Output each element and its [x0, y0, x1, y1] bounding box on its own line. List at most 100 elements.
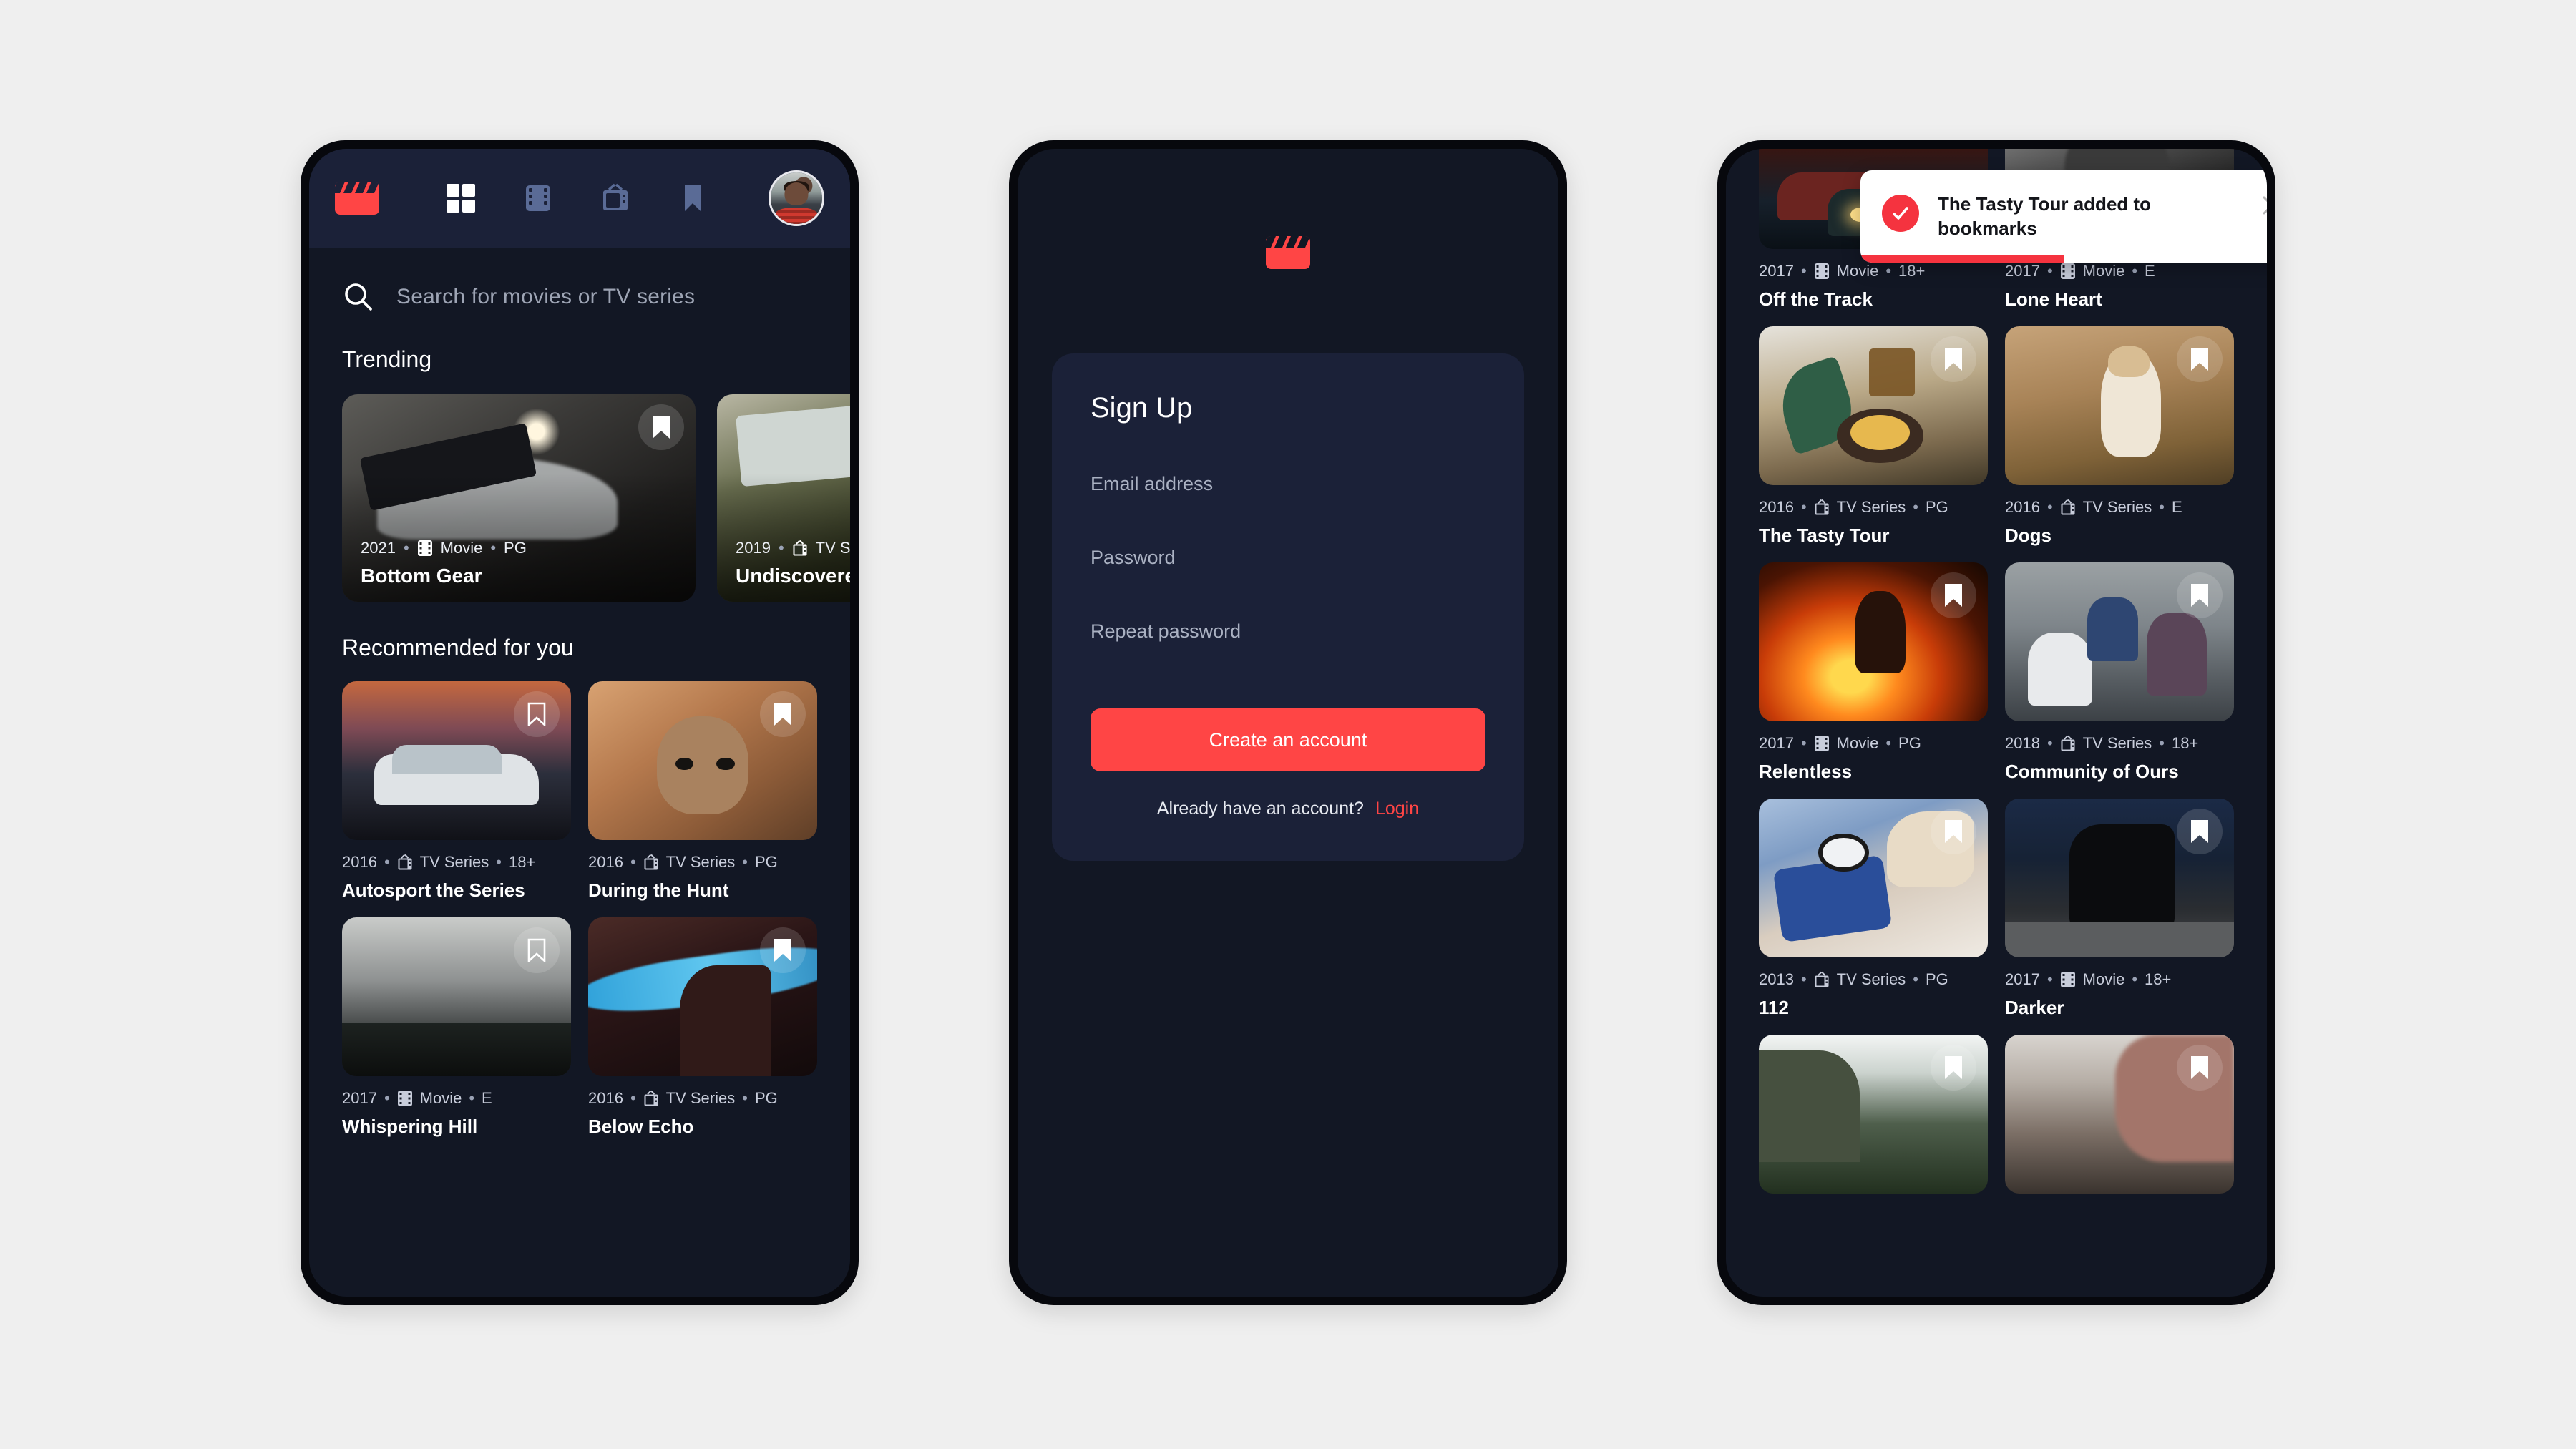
create-account-button[interactable]: Create an account [1091, 708, 1485, 771]
clapperboard-logo-icon[interactable] [335, 182, 379, 215]
repeat-password-field[interactable]: Repeat password [1091, 620, 1485, 658]
tv-icon[interactable] [600, 182, 631, 214]
card-year: 2017 [2005, 262, 2040, 280]
email-field[interactable]: Email address [1091, 473, 1485, 511]
tv-icon [2060, 735, 2076, 752]
meta-separator: • [490, 539, 497, 557]
card-title: Darker [2005, 997, 2064, 1018]
meta-separator: • [1885, 734, 1892, 752]
card-rating: 18+ [1898, 262, 1926, 280]
avatar[interactable] [769, 170, 824, 226]
meta-separator: • [2132, 970, 2138, 988]
bookmark-button[interactable] [1931, 336, 1976, 382]
card-thumbnail[interactable] [2005, 799, 2234, 957]
card-thumbnail[interactable] [588, 917, 817, 1076]
card-thumbnail[interactable] [1759, 799, 1988, 957]
media-card[interactable]: 2016 • TV Series • E Dogs [2005, 326, 2234, 547]
card-thumbnail[interactable] [1759, 562, 1988, 721]
bookmark-button[interactable] [1931, 1045, 1976, 1091]
meta-separator: • [2046, 498, 2053, 516]
tv-icon [1814, 971, 1830, 988]
card-year: 2017 [2005, 970, 2040, 988]
media-card-partial[interactable] [1759, 1035, 1988, 1194]
card-type: Movie [1836, 734, 1879, 752]
media-card[interactable]: 2017 • Movie • E Whispering Hill [342, 917, 571, 1138]
meta-separator: • [1913, 498, 1918, 516]
bookmark-button[interactable] [1931, 572, 1976, 618]
meta-separator: • [742, 853, 748, 871]
card-thumbnail[interactable] [2005, 1035, 2234, 1194]
card-thumbnail[interactable] [1759, 1035, 1988, 1194]
card-year: 2017 [1759, 734, 1794, 752]
card-title: Dogs [2005, 525, 2051, 546]
card-title: Undiscovered [736, 565, 850, 587]
bookmark-button[interactable] [638, 404, 684, 450]
card-type: Movie [2082, 262, 2125, 280]
card-thumbnail[interactable] [588, 681, 817, 840]
bookmark-button[interactable] [1931, 809, 1976, 854]
media-card[interactable]: 2017 • Movie • PG Relentless [1759, 562, 1988, 783]
close-icon[interactable] [2260, 193, 2267, 218]
bookmark-button[interactable] [760, 927, 806, 973]
card-thumbnail[interactable] [2005, 326, 2234, 485]
meta-separator: • [742, 1089, 748, 1107]
tv-icon [2060, 499, 2076, 516]
bookmark-button[interactable] [514, 927, 560, 973]
card-thumbnail[interactable] [2005, 562, 2234, 721]
password-field[interactable]: Password [1091, 547, 1485, 585]
card-year: 2016 [588, 853, 623, 871]
media-card[interactable]: 2017 • Movie • 18+ Darker [2005, 799, 2234, 1019]
card-rating: PG [1898, 734, 1921, 752]
trending-card[interactable]: 2019 • TV Series Undiscovered [717, 394, 850, 602]
meta-separator: • [1913, 970, 1918, 988]
media-card[interactable]: 2018 • TV Series • 18+ Community of Ours [2005, 562, 2234, 783]
login-link[interactable]: Login [1375, 799, 1419, 819]
card-year: 2021 [361, 539, 396, 557]
card-thumbnail[interactable] [342, 681, 571, 840]
repeat-password-placeholder[interactable]: Repeat password [1091, 620, 1485, 643]
search-icon [342, 280, 375, 313]
tv-icon [1814, 499, 1830, 516]
bookmark-button[interactable] [514, 691, 560, 737]
bookmark-icon[interactable] [677, 182, 708, 214]
card-type: TV Series [665, 1089, 736, 1107]
card-year: 2016 [1759, 498, 1794, 516]
media-card[interactable]: 2016 • TV Series • PG Below Echo [588, 917, 817, 1138]
card-year: 2016 [342, 853, 377, 871]
section-title-recommended: Recommended for you [342, 635, 574, 660]
card-title: Whispering Hill [342, 1116, 478, 1137]
password-placeholder[interactable]: Password [1091, 547, 1485, 569]
card-title: During the Hunt [588, 879, 729, 901]
bookmark-button[interactable] [2177, 336, 2223, 382]
card-type: Movie [1836, 262, 1879, 280]
check-circle-icon [1882, 195, 1919, 232]
email-placeholder[interactable]: Email address [1091, 473, 1485, 495]
grid-icon[interactable] [445, 182, 477, 214]
card-thumbnail[interactable] [1759, 326, 1988, 485]
media-card[interactable]: 2016 • TV Series • PG During the Hunt [588, 681, 817, 902]
trending-carousel[interactable]: 2021 • Movie • PG Bottom Gear 2019 • TV … [309, 394, 850, 602]
meta-separator: • [469, 1089, 475, 1107]
film-strip-icon[interactable] [522, 182, 554, 214]
card-rating: PG [1925, 970, 1948, 988]
media-card[interactable]: 2013 • TV Series • PG 112 [1759, 799, 1988, 1019]
signup-screen: Sign Up Email address Password Repeat pa… [1018, 149, 1558, 1297]
media-card-partial[interactable] [2005, 1035, 2234, 1194]
card-thumbnail[interactable] [342, 917, 571, 1076]
toast-notification[interactable]: The Tasty Tour added to bookmarks [1860, 170, 2267, 263]
search-input[interactable]: Search for movies or TV series [396, 285, 695, 309]
meta-separator: • [496, 853, 502, 871]
toast-progress-bar [1860, 254, 2065, 263]
bookmark-button[interactable] [2177, 809, 2223, 854]
media-card[interactable]: 2016 • TV Series • PG The Tasty Tour [1759, 326, 1988, 547]
trending-card[interactable]: 2021 • Movie • PG Bottom Gear [342, 394, 696, 602]
bookmark-button[interactable] [2177, 1045, 2223, 1091]
bookmark-button[interactable] [760, 691, 806, 737]
meta-separator: • [384, 1089, 390, 1107]
media-card[interactable]: 2016 • TV Series • 18+ Autosport the Ser… [342, 681, 571, 902]
signup-card: Sign Up Email address Password Repeat pa… [1052, 353, 1524, 861]
card-type: Movie [419, 1089, 462, 1107]
bookmark-button[interactable] [2177, 572, 2223, 618]
search-bar[interactable]: Search for movies or TV series [309, 248, 850, 313]
film-strip-icon [1814, 263, 1830, 280]
